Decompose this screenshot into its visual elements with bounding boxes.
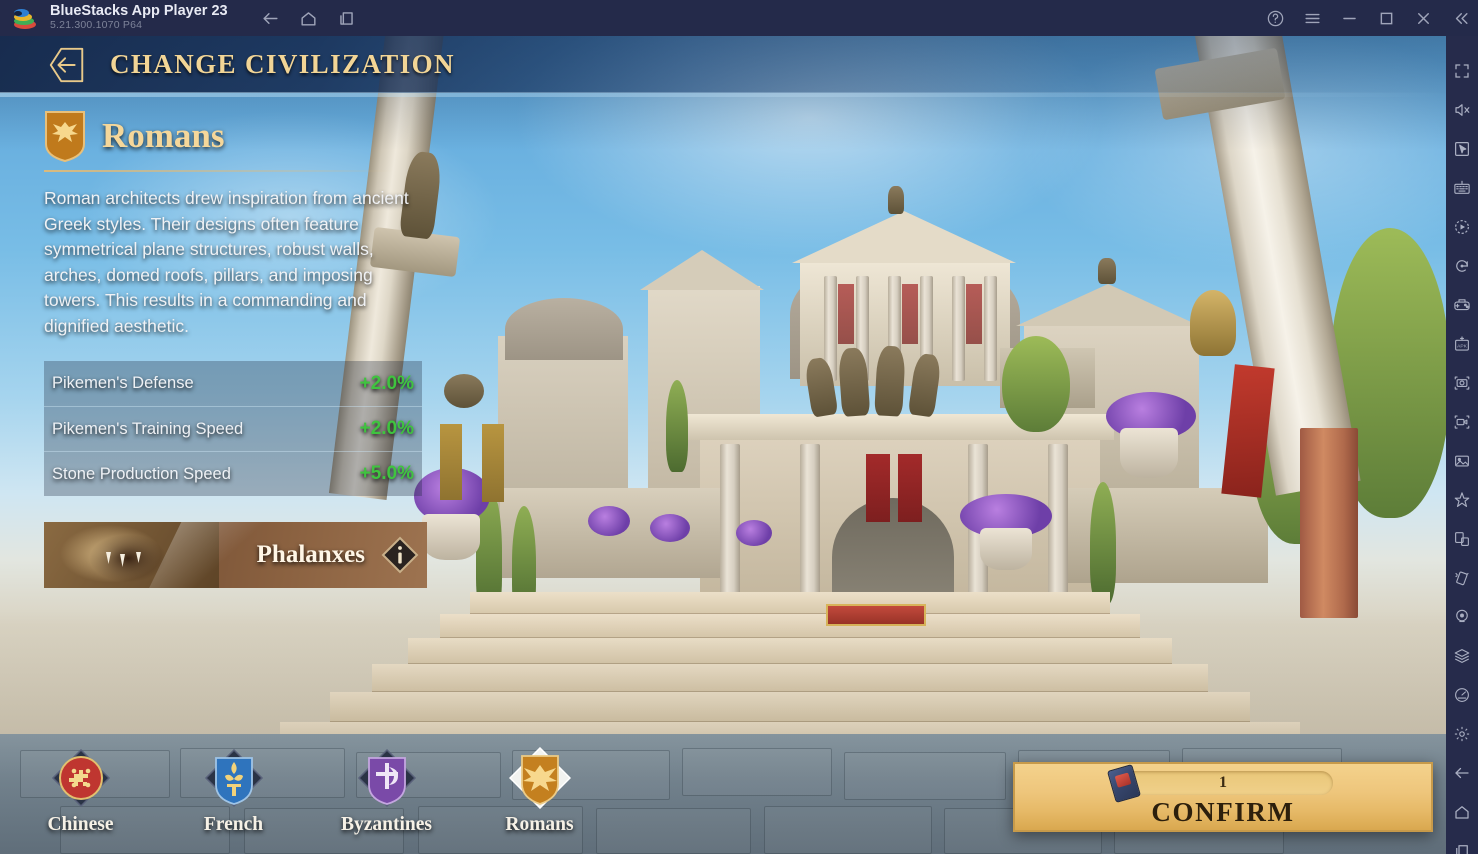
civilization-name: Romans (102, 116, 225, 155)
app-name: BlueStacks App Player 23 (50, 3, 228, 19)
civilization-header: Romans (44, 110, 440, 162)
layers-icon[interactable] (1446, 637, 1478, 675)
macro-play-icon[interactable] (1446, 208, 1478, 246)
eco-mode-icon[interactable] (1446, 481, 1478, 519)
confirm-label: CONFIRM (1151, 797, 1295, 827)
stat-value: +2.0% (359, 372, 414, 394)
fleur-de-lis-crest-icon (203, 747, 265, 809)
android-nav-buttons (261, 9, 356, 28)
back-arrow-icon[interactable] (1446, 754, 1478, 792)
media-manager-icon[interactable] (1446, 442, 1478, 480)
svg-text:APK: APK (1457, 343, 1467, 349)
unit-banner[interactable]: Phalanxes (44, 522, 427, 588)
bluestacks-sidebar: APK (1446, 36, 1478, 854)
back-arrow-icon[interactable] (261, 9, 280, 28)
cursor-pointer-icon[interactable] (1446, 130, 1478, 168)
keyboard-controls-icon[interactable] (1446, 169, 1478, 207)
stat-value: +2.0% (359, 418, 414, 439)
roman-eagle-crest-icon (44, 110, 86, 162)
multi-instance-icon[interactable] (1446, 520, 1478, 558)
info-icon[interactable] (381, 536, 419, 574)
stat-row: Stone Production Speed +5.0% (44, 451, 422, 496)
settings-gear-icon[interactable] (1446, 715, 1478, 753)
civ-option-byzantines[interactable]: Byzantines (334, 747, 439, 836)
stat-value: +5.0% (359, 463, 414, 484)
byzantine-cross-crest-icon (356, 747, 418, 809)
civ-option-french[interactable]: French (181, 747, 286, 836)
roman-eagle-crest-icon (508, 747, 571, 809)
app-identity: BlueStacks App Player 23 5.21.300.1070 P… (50, 4, 228, 32)
confirm-button[interactable]: 1 CONFIRM (1013, 762, 1433, 832)
location-pin-icon[interactable] (1446, 598, 1478, 636)
gamepad-icon[interactable] (1446, 286, 1478, 324)
shake-device-icon[interactable] (1446, 559, 1478, 597)
stat-label: Pikemen's Training Speed (52, 419, 244, 438)
confirm-cost: 1 (1106, 764, 1333, 803)
civilization-info-panel: Romans Roman architects drew inspiration… (0, 110, 440, 588)
stat-label: Pikemen's Defense (52, 374, 194, 392)
civilization-stats: Pikemen's Defense +2.0% Pikemen's Traini… (44, 361, 422, 496)
hamburger-menu-icon[interactable] (1303, 9, 1322, 28)
unit-name: Phalanxes (256, 541, 365, 568)
fullscreen-icon[interactable] (1446, 52, 1478, 90)
stat-label: Stone Production Speed (52, 464, 231, 483)
stat-row: Pikemen's Training Speed +2.0% (44, 406, 422, 451)
stat-row: Pikemen's Defense +2.0% (44, 361, 422, 406)
home-icon[interactable] (1446, 793, 1478, 831)
civ-option-chinese[interactable]: Chinese (28, 747, 133, 836)
title-divider (44, 170, 394, 172)
civ-option-label: Romans (505, 814, 574, 835)
civ-option-label: Chinese (47, 814, 114, 835)
mute-icon[interactable] (1446, 91, 1478, 129)
collapse-sidebar-icon[interactable] (1451, 9, 1470, 28)
screen-record-icon[interactable] (1446, 403, 1478, 441)
bluestacks-logo-icon (14, 7, 36, 29)
civ-option-label: Byzantines (340, 814, 432, 835)
close-icon[interactable] (1414, 9, 1433, 28)
recent-apps-icon[interactable] (1446, 832, 1478, 854)
recent-apps-icon[interactable] (337, 9, 356, 28)
minimize-icon[interactable] (1340, 9, 1359, 28)
window-title-bar: BlueStacks App Player 23 5.21.300.1070 P… (0, 0, 1478, 36)
install-apk-icon[interactable]: APK (1446, 325, 1478, 363)
performance-meter-icon[interactable] (1446, 676, 1478, 714)
cost-quantity: 1 (1219, 774, 1227, 791)
window-controls (1266, 0, 1470, 36)
rotate-icon[interactable] (1446, 247, 1478, 285)
home-icon[interactable] (299, 9, 318, 28)
maximize-icon[interactable] (1377, 9, 1396, 28)
app-version: 5.21.300.1070 P64 (50, 19, 143, 31)
chinese-knot-crest-icon (50, 747, 112, 809)
civilization-description: Roman architects drew inspiration from a… (44, 188, 409, 336)
page-header: CHANGE CIVILIZATION (0, 36, 1446, 97)
civ-option-label: French (203, 814, 264, 835)
bluestacks-window: BlueStacks App Player 23 5.21.300.1070 P… (0, 0, 1478, 854)
back-arrow-hex-icon[interactable] (46, 44, 88, 86)
page-title: CHANGE CIVILIZATION (110, 49, 455, 79)
civ-option-romans[interactable]: Romans (487, 747, 592, 836)
civilization-selector: Chinese French Byzantines Romans (28, 747, 592, 836)
screenshot-camera-icon[interactable] (1446, 364, 1478, 402)
help-circle-icon[interactable] (1266, 9, 1285, 28)
